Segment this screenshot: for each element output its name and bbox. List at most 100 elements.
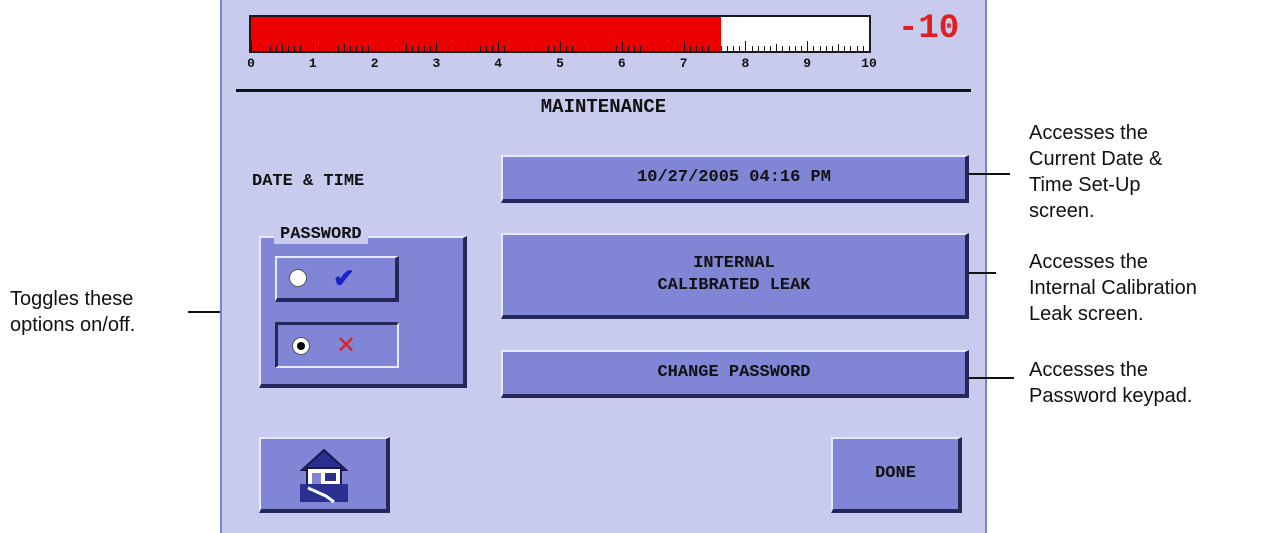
gauge-tick	[689, 46, 691, 51]
gauge-tick	[702, 46, 704, 51]
gauge-tick	[281, 44, 283, 51]
leak-button-line1: INTERNAL	[693, 254, 775, 273]
gauge-scale-label: 8	[741, 56, 750, 71]
gauge-tick	[485, 46, 487, 51]
gauge-tick	[356, 46, 358, 51]
gauge-tick	[325, 46, 327, 51]
gauge-tick	[417, 46, 419, 51]
gauge-tick	[603, 46, 605, 51]
gauge-tick	[652, 44, 654, 51]
gauge-tick	[640, 46, 642, 51]
gauge-tick	[251, 41, 252, 51]
gauge-tick	[331, 46, 333, 51]
gauge-tick	[263, 46, 265, 51]
gauge-tick	[757, 46, 759, 51]
gauge-tick	[825, 46, 827, 51]
gauge-tick	[658, 46, 660, 51]
gauge-tick	[838, 44, 840, 51]
gauge-tick	[794, 46, 796, 51]
gauge-tick	[553, 46, 555, 51]
gauge-tick	[584, 46, 586, 51]
gauge-tick	[739, 46, 741, 51]
gauge-tick	[411, 46, 413, 51]
gauge-tick	[541, 46, 543, 51]
cross-icon: ✕	[336, 331, 357, 359]
gauge-tick	[714, 44, 716, 51]
gauge-tick	[399, 46, 401, 51]
gauge-tick	[850, 46, 852, 51]
gauge-tick	[720, 46, 722, 51]
gauge-tick	[763, 46, 765, 51]
gauge-tick	[683, 41, 685, 51]
gauge-tick	[807, 41, 809, 51]
maintenance-screen: 0 1 2 3 4 5 6 7 8 9 10 -10 MAINTENANCE DATE & TIME…	[220, 0, 987, 533]
gauge-tick	[504, 46, 506, 51]
password-callout-line	[968, 377, 1014, 379]
date-callout-line	[968, 173, 1010, 175]
page-title: MAINTENANCE	[540, 96, 667, 118]
gauge-tick	[597, 46, 599, 51]
home-button[interactable]	[259, 437, 390, 513]
leak-callout-line	[968, 272, 996, 274]
internal-calibrated-leak-button[interactable]: INTERNAL CALIBRATED LEAK	[501, 233, 969, 319]
gauge-tick	[776, 44, 778, 51]
gauge-tick	[572, 46, 574, 51]
gauge-tick	[430, 46, 432, 51]
radio-on	[289, 269, 307, 287]
done-label: DONE	[875, 464, 916, 483]
gauge-tick	[349, 46, 351, 51]
gauge-scale-label: 2	[370, 56, 379, 71]
gauge-scale-label: 9	[803, 56, 812, 71]
gauge-readout: -10	[898, 10, 960, 48]
gauge-tick	[393, 46, 395, 51]
gauge-tick	[473, 46, 475, 51]
gauge-scale-label: 0	[247, 56, 255, 71]
change-password-button[interactable]: CHANGE PASSWORD	[501, 350, 969, 398]
change-password-label: CHANGE PASSWORD	[657, 363, 811, 382]
gauge-tick	[677, 46, 679, 51]
gauge-tick	[461, 46, 463, 51]
gauge-tick	[566, 46, 568, 51]
gauge-tick	[374, 41, 376, 51]
gauge-tick	[708, 46, 710, 51]
date-callout: Accesses the Current Date & Time Set-Up …	[1029, 122, 1163, 222]
gauge-tick	[695, 46, 697, 51]
password-on-option[interactable]: ✔	[275, 256, 399, 302]
gauge-tick	[467, 44, 469, 51]
gauge-tick	[269, 46, 271, 51]
gauge-tick	[318, 46, 320, 51]
date-time-label: DATE & TIME	[252, 172, 365, 191]
gauge-tick	[590, 44, 592, 51]
gauge-tick	[454, 46, 456, 51]
password-off-option[interactable]: ✕	[275, 322, 399, 368]
gauge-tick	[609, 46, 611, 51]
gauge-tick	[275, 46, 277, 51]
password-label: PASSWORD	[274, 225, 368, 244]
gauge-tick	[726, 46, 728, 51]
password-callout: Accesses the Password keypad.	[1029, 359, 1193, 407]
gauge-tick	[813, 46, 815, 51]
gauge-tick	[529, 44, 531, 51]
gauge-tick	[522, 46, 524, 51]
gauge-tick	[615, 46, 617, 51]
done-button[interactable]: DONE	[831, 437, 962, 513]
gauge-tick	[479, 46, 481, 51]
leak-callout: Accesses the Internal Calibration Leak s…	[1029, 251, 1197, 325]
gauge-tick	[294, 46, 296, 51]
gauge-tick	[560, 41, 561, 51]
gauge-tick	[448, 46, 450, 51]
gauge-scale-label: 10	[861, 56, 877, 71]
header-divider	[236, 89, 971, 92]
gauge-tick	[869, 41, 870, 51]
gauge-tick	[770, 46, 772, 51]
gauge-tick	[646, 46, 648, 51]
gauge-tick	[498, 41, 500, 51]
gauge-scale-label: 5	[556, 56, 564, 71]
gauge-tick	[337, 46, 339, 51]
radio-off-selected	[292, 336, 310, 355]
gauge-tick	[368, 46, 370, 51]
home-icon	[298, 448, 349, 504]
date-time-button[interactable]: 10/27/2005 04:16 PM	[501, 155, 969, 203]
gauge-tick	[386, 46, 388, 51]
gauge-tick	[856, 46, 858, 51]
